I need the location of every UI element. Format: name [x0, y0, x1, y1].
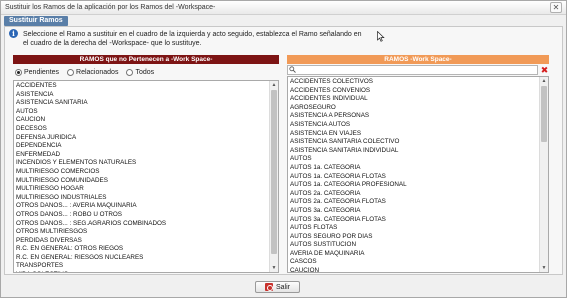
list-item[interactable]: CASCOS: [288, 258, 538, 267]
list-item[interactable]: AUTOS 1a. CATEGORIA PROFESIONAL: [288, 181, 538, 190]
list-item[interactable]: AUTOS 2a. CATEGORIA FLOTAS: [288, 198, 538, 207]
list-item[interactable]: ASISTENCIA SANITARIA COLECTIVO: [288, 138, 538, 147]
list-item[interactable]: AUTOS SEGURO POR DIAS: [288, 233, 538, 242]
mouse-cursor-icon: [377, 31, 385, 42]
right-ramos-list[interactable]: ACCIDENTES COLECTIVOS ACCIDENTES CONVENIO…: [287, 76, 549, 273]
right-items-container: ACCIDENTES COLECTIVOS ACCIDENTES CONVENIO…: [288, 78, 538, 272]
close-icon[interactable]: ✕: [550, 2, 562, 13]
list-item[interactable]: ASISTENCIA: [14, 91, 268, 100]
list-item[interactable]: INCENDIOS Y ELEMENTOS NATURALES: [14, 159, 268, 168]
list-item[interactable]: PERDIDAS DIVERSAS: [14, 237, 268, 246]
list-item[interactable]: ACCIDENTES COLECTIVOS: [288, 78, 538, 87]
left-panel-header: RAMOS que no Pertenecen a -Work Space-: [13, 55, 279, 64]
clear-search-icon[interactable]: ✖: [540, 65, 549, 75]
scroll-down-arrow-icon[interactable]: ▼: [540, 264, 548, 272]
right-panel-header: RAMOS -Work Space-: [287, 55, 549, 64]
list-item[interactable]: AGROSEGURO: [288, 104, 538, 113]
instructions-text: Seleccione el Ramo a sustituir en el cua…: [23, 31, 362, 47]
filter-option[interactable]: Relacionados: [67, 68, 119, 76]
list-item[interactable]: OTROS DAÑOS... : ROBO U OTROS: [14, 211, 268, 220]
window-title: Sustituir los Ramos de la aplicación por…: [5, 4, 216, 11]
list-item[interactable]: ACCIDENTES CONVENIOS: [288, 87, 538, 96]
filter-option[interactable]: Pendientes: [15, 68, 60, 76]
list-item[interactable]: MULTIRIESGO INDUSTRIALES: [14, 194, 268, 203]
list-item[interactable]: MULTIRIESGO HOGAR: [14, 185, 268, 194]
search-row: ✖: [287, 65, 549, 75]
list-item[interactable]: ACCIDENTES INDIVIDUAL: [288, 95, 538, 104]
list-item[interactable]: DEPENDENCIA: [14, 142, 268, 151]
search-icon: [289, 66, 296, 73]
list-item[interactable]: AUTOS 3a. CATEGORIA: [288, 207, 538, 216]
search-input[interactable]: [287, 65, 538, 75]
list-item[interactable]: AUTOS SUSTITUCION: [288, 241, 538, 250]
list-item[interactable]: OTROS DAÑOS... : AVERIA MAQUINARIA: [14, 202, 268, 211]
exit-icon: [264, 283, 273, 291]
scroll-up-arrow-icon[interactable]: ▲: [270, 81, 278, 89]
list-item[interactable]: AUTOS 3a. CATEGORIA FLOTAS: [288, 216, 538, 225]
title-bar[interactable]: Sustituir los Ramos de la aplicación por…: [1, 1, 566, 15]
list-item[interactable]: ASISTENCIA SANITARIA: [14, 99, 268, 108]
left-list-scrollbar[interactable]: ▲ ▼: [269, 81, 278, 272]
list-item[interactable]: MULTIRIESGO COMERCIOS: [14, 168, 268, 177]
group-legend: Sustituir Ramos: [4, 16, 68, 26]
right-list-scrollbar[interactable]: ▲ ▼: [539, 77, 548, 272]
list-item[interactable]: CAUCION: [288, 267, 538, 272]
list-item[interactable]: OTROS DAÑOS... : SEG.AGRARIOS COMBINADOS: [14, 220, 268, 229]
scroll-thumb[interactable]: [541, 86, 547, 142]
list-item[interactable]: AUTOS 1a. CATEGORIA FLOTAS: [288, 173, 538, 182]
list-item[interactable]: AUTOS 1a. CATEGORIA: [288, 164, 538, 173]
list-item[interactable]: AUTOS FLOTAS: [288, 224, 538, 233]
scroll-thumb[interactable]: [271, 90, 277, 254]
dialog-window: Sustituir los Ramos de la aplicación por…: [0, 0, 567, 298]
list-item[interactable]: ASISTENCIA EN VIAJES: [288, 130, 538, 139]
radio-label: Pendientes: [24, 68, 60, 76]
list-item[interactable]: OTROS MULTIRIESGOS: [14, 228, 268, 237]
list-item[interactable]: AUTOS: [288, 155, 538, 164]
filter-option[interactable]: Todos: [126, 68, 155, 76]
list-item[interactable]: ASISTENCIA AUTOS: [288, 121, 538, 130]
list-item[interactable]: R.C. EN GENERAL: RIESGOS NUCLEARES: [14, 254, 268, 263]
list-item[interactable]: ENFERMEDAD: [14, 151, 268, 160]
list-item[interactable]: ASISTENCIA A PERSONAS: [288, 112, 538, 121]
left-items-container: ACCIDENTES ASISTENCIA ASISTENCIA SANITARIA…: [14, 82, 268, 272]
radio-label: Todos: [135, 68, 155, 76]
list-item[interactable]: DECESOS: [14, 125, 268, 134]
scroll-up-arrow-icon[interactable]: ▲: [540, 77, 548, 85]
list-item[interactable]: TRANSPORTES: [14, 262, 268, 271]
filter-radio-group: Pendientes Relacionados Todos: [15, 67, 154, 77]
info-icon: i: [9, 29, 18, 38]
list-item[interactable]: AUTOS: [14, 108, 268, 117]
list-item[interactable]: ACCIDENTES: [14, 82, 268, 91]
list-item[interactable]: AUTOS 2a. CATEGORIA: [288, 190, 538, 199]
list-item[interactable]: VIDA COLECTIVO: [14, 271, 268, 272]
radio-button[interactable]: [126, 68, 134, 76]
exit-label: Salir: [275, 283, 290, 291]
radio-label: Relacionados: [76, 68, 119, 76]
radio-button[interactable]: [15, 68, 22, 76]
list-item[interactable]: R.C. EN GENERAL: OTROS RIEGOS: [14, 245, 268, 254]
exit-button[interactable]: Salir: [255, 281, 300, 293]
scroll-down-arrow-icon[interactable]: ▼: [270, 264, 278, 272]
list-item[interactable]: CAUCION: [14, 116, 268, 125]
left-ramos-list[interactable]: ACCIDENTES ASISTENCIA ASISTENCIA SANITARIA…: [13, 80, 279, 273]
list-item[interactable]: AVERIA DE MAQUINARIA: [288, 250, 538, 259]
list-item[interactable]: ASISTENCIA SANITARIA INDIVIDUAL: [288, 147, 538, 156]
radio-button[interactable]: [67, 68, 75, 76]
list-item[interactable]: DEFENSA JURIDICA: [14, 134, 268, 143]
list-item[interactable]: MULTIRIESGO COMUNIDADES: [14, 177, 268, 186]
